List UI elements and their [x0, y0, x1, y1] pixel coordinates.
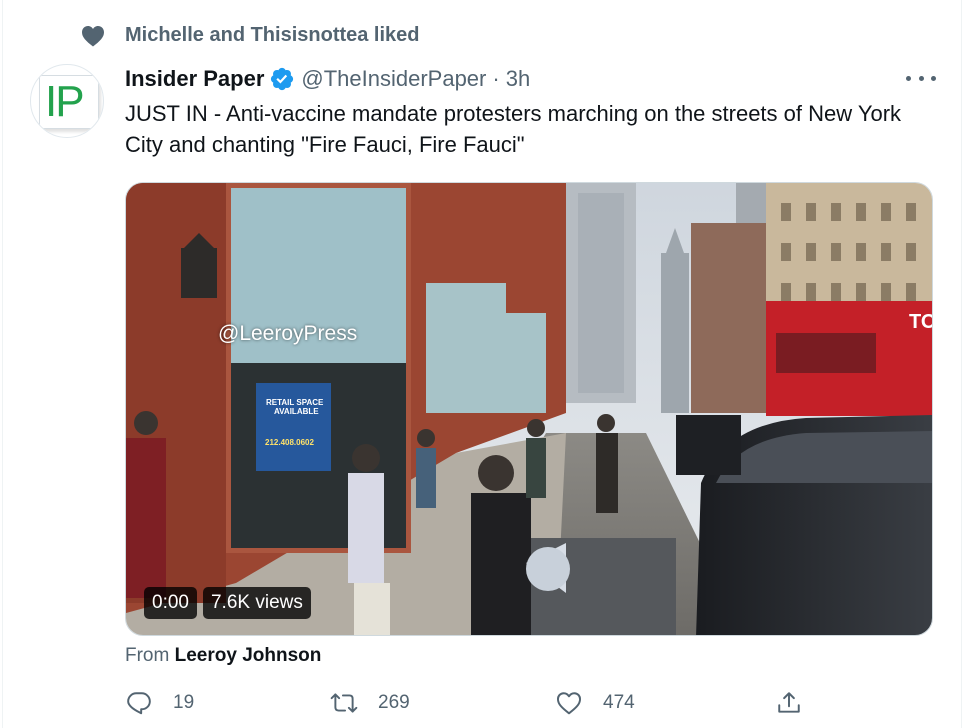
retweet-icon	[330, 689, 358, 717]
sign-line-2: AVAILABLE	[274, 407, 319, 416]
timestamp[interactable]: 3h	[506, 66, 530, 92]
like-heart-icon	[555, 689, 583, 717]
attribution-name[interactable]: Leeroy Johnson	[175, 645, 322, 666]
reply-count: 19	[173, 692, 195, 713]
reply-icon	[125, 689, 153, 717]
more-options-icon[interactable]	[906, 68, 936, 88]
avatar-logo-frame: IP	[39, 75, 99, 129]
video-time-badge: 0:00	[144, 587, 197, 619]
separator-dot: ·	[492, 66, 500, 91]
view-count-badge: 7.6K views	[202, 587, 311, 619]
avatar[interactable]: IP	[30, 64, 104, 138]
action-bar: 19 269 474	[125, 688, 815, 718]
media-attribution: From Leeroy Johnson	[125, 645, 321, 667]
retweet-count: 269	[378, 692, 410, 713]
retweet-button[interactable]: 269	[330, 688, 410, 718]
video-frame: TO RETAIL SPACE AVAILABLE 212.408.0602	[126, 183, 933, 635]
bus-sign-text: TO	[909, 311, 933, 333]
video-player[interactable]: TO RETAIL SPACE AVAILABLE 212.408.0602	[125, 182, 933, 636]
author-name[interactable]: Insider Paper	[125, 66, 264, 92]
tweet-header: Insider Paper @TheInsiderPaper · 3h	[125, 64, 530, 94]
avatar-logo: IP	[45, 77, 85, 126]
video-watermark: @LeeroyPress	[218, 322, 358, 345]
author-handle[interactable]: @TheInsiderPaper	[301, 66, 486, 92]
attribution-prefix: From	[125, 645, 170, 666]
reply-button[interactable]: 19	[125, 688, 194, 718]
sign-line-1: RETAIL SPACE	[266, 398, 324, 407]
like-button[interactable]: 474	[555, 688, 635, 718]
like-count: 474	[603, 692, 635, 713]
tweet-text: JUST IN - Anti-vaccine mandate protester…	[125, 101, 902, 157]
sign-phone: 212.408.0602	[265, 438, 314, 447]
heart-icon	[80, 23, 106, 49]
video-badges: 0:00 7.6K views	[144, 587, 311, 619]
share-button[interactable]	[775, 688, 803, 718]
social-context: Michelle and Thisisnottea liked	[80, 22, 420, 50]
social-context-text[interactable]: Michelle and Thisisnottea liked	[125, 24, 420, 47]
share-icon	[775, 689, 803, 717]
verified-badge-icon	[269, 66, 295, 92]
